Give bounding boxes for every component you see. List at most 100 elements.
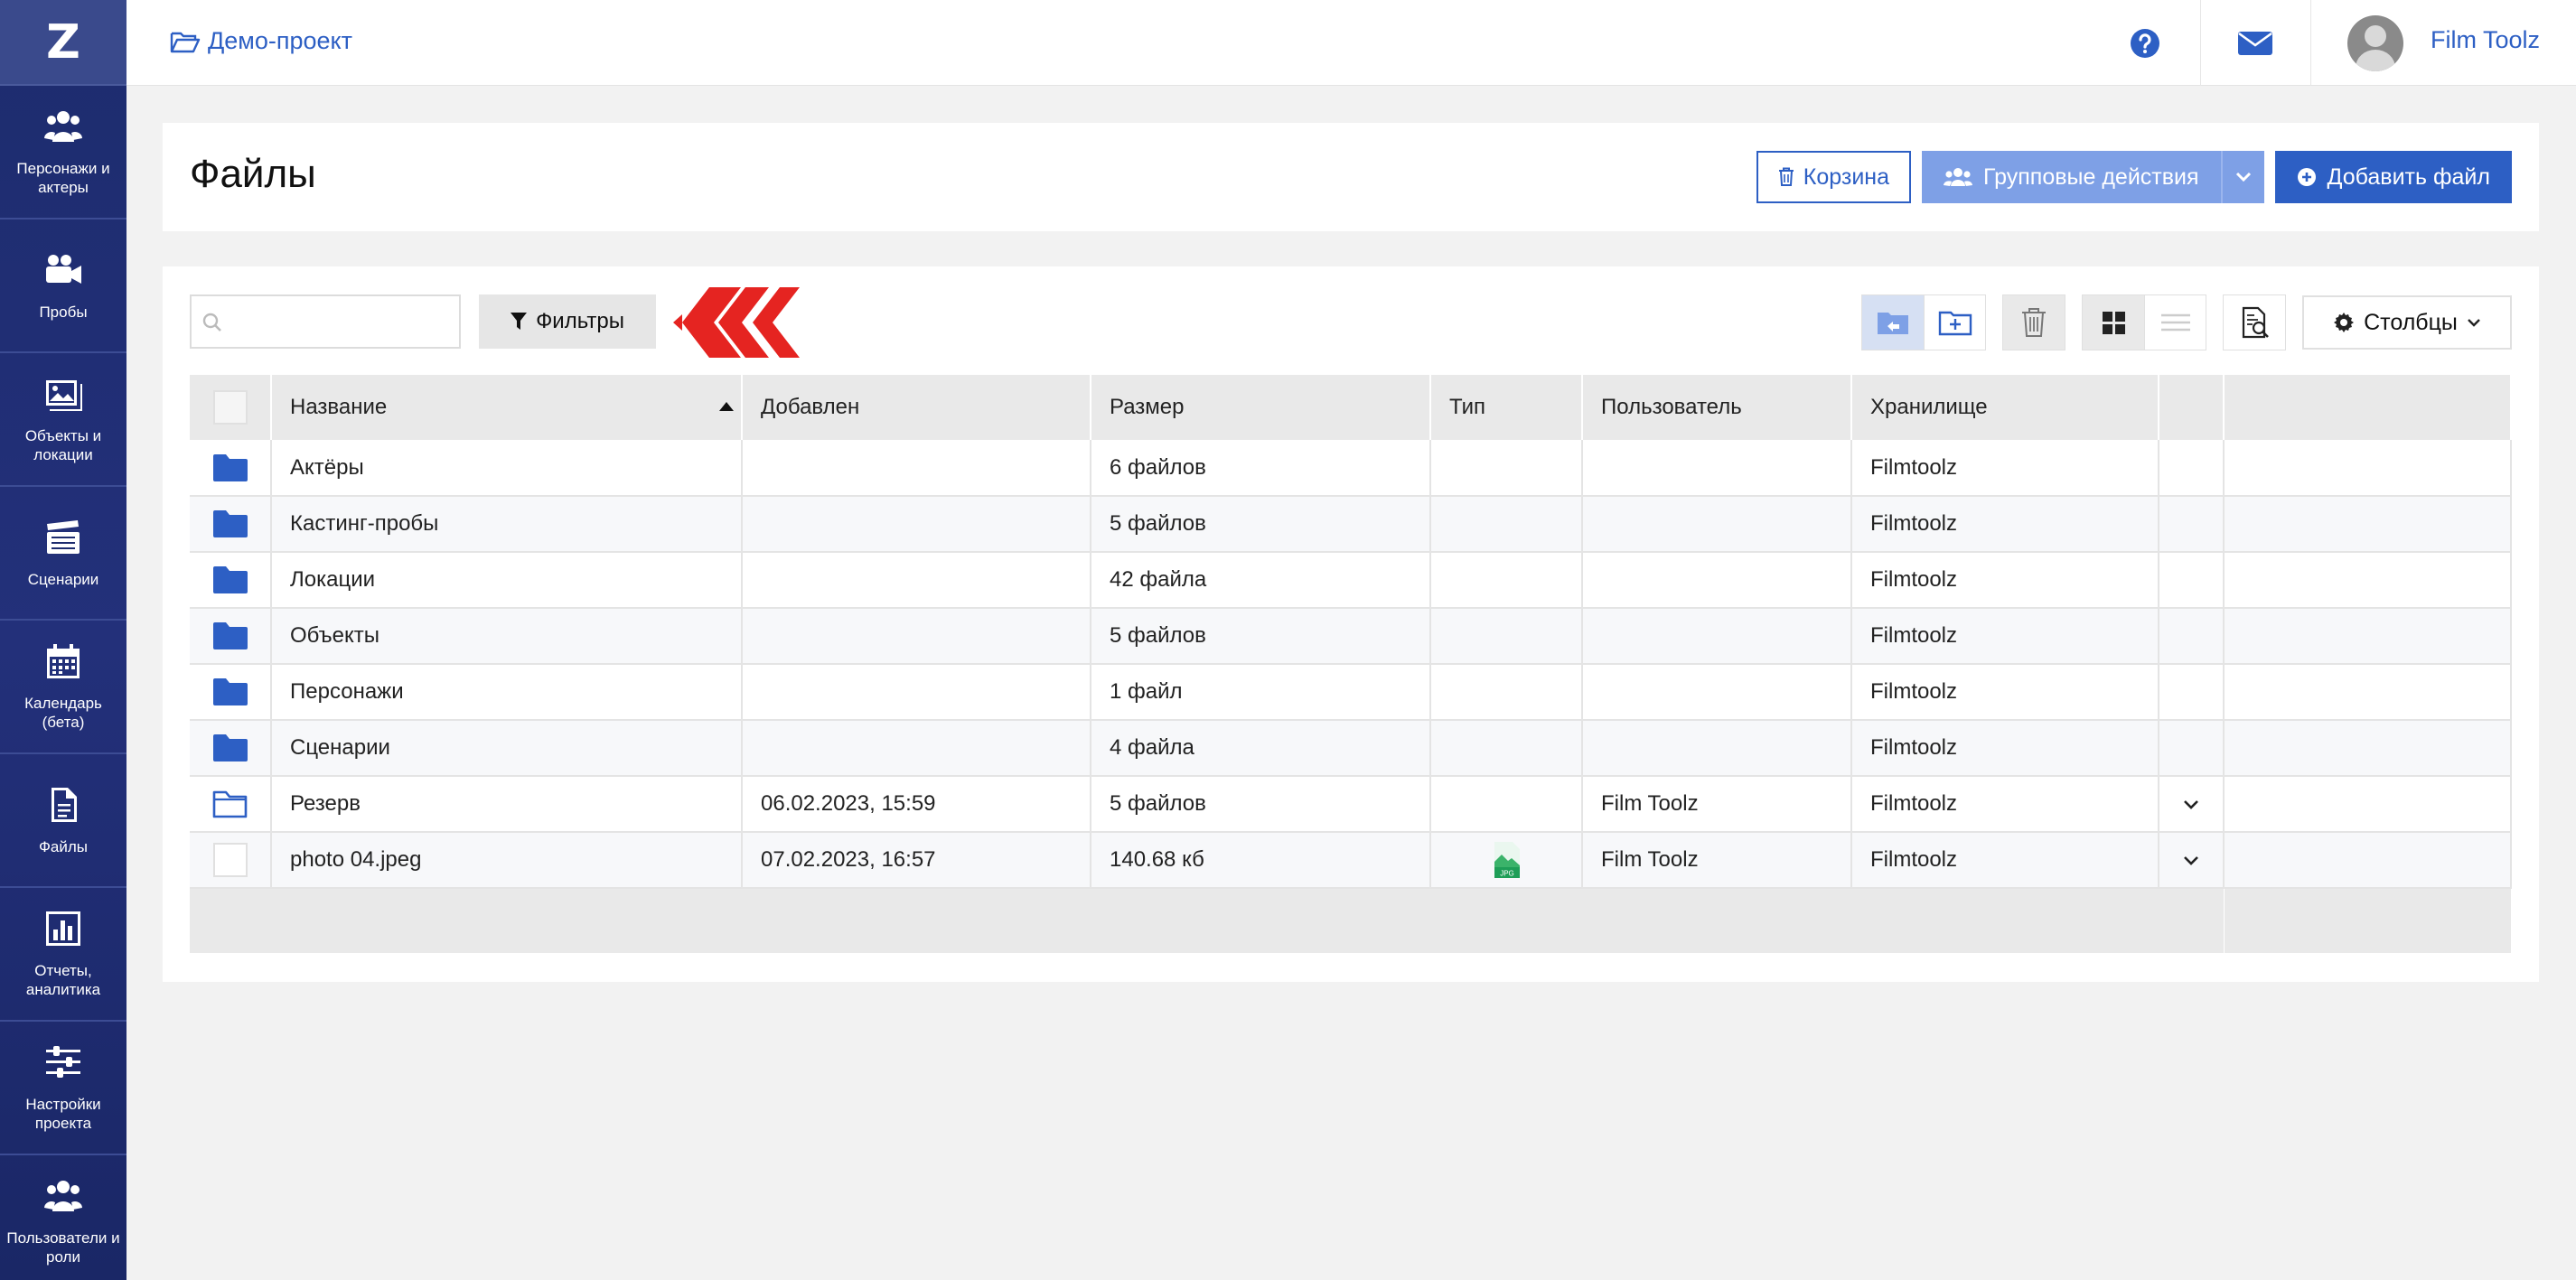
cell-type [1430, 608, 1583, 665]
grid-view-button[interactable] [2083, 295, 2144, 350]
file-size: 140.68 кб [1110, 847, 1204, 872]
table-row[interactable]: Локации 42 файла Filmtoolz [190, 552, 2512, 609]
table-row[interactable]: Кастинг-пробы 5 файлов Filmtoolz [190, 496, 2512, 553]
sidebar-item-1[interactable]: Персонажи и актеры [0, 86, 126, 220]
cell-name[interactable]: Объекты [271, 608, 743, 665]
group-actions-button[interactable]: Групповые действия [1922, 151, 2221, 203]
trash-icon [2022, 308, 2046, 337]
file-size: 5 файлов [1110, 791, 1206, 816]
cell-spacer [2224, 496, 2512, 553]
row-menu-button[interactable] [2182, 847, 2200, 872]
envelope-icon [2238, 31, 2273, 55]
storage-name: Filmtoolz [1870, 567, 1958, 592]
logo-mark: Z [46, 14, 80, 70]
table-row[interactable]: Резерв 06.02.2023, 15:59 5 файлов Film Tool… [190, 776, 2512, 833]
messages-button[interactable] [2199, 0, 2310, 86]
column-header-size[interactable]: Размер [1091, 375, 1431, 440]
row-menu-button[interactable] [2182, 791, 2200, 816]
column-header-name[interactable]: Название [271, 375, 743, 440]
cell-added: 07.02.2023, 16:57 [742, 832, 1091, 889]
user-name: Film Toolz [1601, 847, 1699, 872]
users-icon [1944, 168, 1972, 186]
storage-name: Filmtoolz [1870, 791, 1958, 816]
chart-icon [43, 909, 83, 948]
sidebar-item-label: Объекты и локации [24, 427, 102, 463]
sidebar-item-8[interactable]: Настройки проекта [0, 1022, 126, 1155]
select-all-cell [190, 375, 272, 440]
cell-spacer [2224, 832, 2512, 889]
filters-button[interactable]: Фильтры [479, 294, 656, 349]
table-row[interactable]: photo 04.jpeg 07.02.2023, 16:57 140.68 кб J… [190, 832, 2512, 889]
table-row[interactable]: Актёры 6 файлов Filmtoolz [190, 440, 2512, 497]
cell-spacer [2224, 776, 2512, 833]
columns-label: Столбцы [2364, 309, 2458, 335]
add-file-button[interactable]: Добавить файл [2274, 151, 2512, 203]
columns-button[interactable]: Столбцы [2302, 295, 2512, 350]
grid-icon [2103, 312, 2125, 334]
sidebar-item-6[interactable]: Файлы [0, 754, 126, 888]
back-folder-button[interactable] [1862, 295, 1924, 350]
column-header-label: Название [290, 395, 388, 419]
file-name: Локации [290, 567, 376, 592]
project-link[interactable]: Демо-проект [170, 27, 352, 55]
cell-size: 5 файлов [1091, 608, 1431, 665]
cell-name[interactable]: Резерв [271, 776, 743, 833]
help-button[interactable] [2090, 0, 2200, 86]
group-actions-dropdown[interactable] [2220, 151, 2264, 203]
file-name: Резерв [290, 791, 361, 816]
table-row[interactable]: Персонажи 1 файл Filmtoolz [190, 664, 2512, 721]
sidebar-item-5[interactable]: Календарь (бета) [0, 621, 126, 754]
column-header-label: Размер [1110, 395, 1185, 419]
column-header-label: Пользователь [1601, 395, 1742, 419]
column-header-added[interactable]: Добавлен [742, 375, 1091, 440]
app-logo[interactable]: Z [0, 0, 126, 86]
group-actions-label: Групповые действия [1983, 164, 2199, 190]
cell-added: 06.02.2023, 15:59 [742, 776, 1091, 833]
table-row[interactable]: Объекты 5 файлов Filmtoolz [190, 608, 2512, 665]
cell-name[interactable]: Персонажи [271, 664, 743, 721]
cell-storage: Filmtoolz [1851, 664, 2159, 721]
new-folder-button[interactable] [1924, 295, 1985, 350]
cell-name[interactable]: Сценарии [271, 720, 743, 777]
sidebar-item-3[interactable]: Объекты и локации [0, 353, 126, 487]
sidebar-item-2[interactable]: Пробы [0, 220, 126, 353]
delete-button[interactable] [2003, 295, 2065, 350]
cell-added [742, 608, 1091, 665]
row-icon-cell [190, 496, 272, 553]
folder-cell-icon [212, 678, 248, 705]
sidebar-item-9[interactable]: Пользователи и роли [0, 1155, 126, 1280]
column-header-type[interactable]: Тип [1430, 375, 1583, 440]
cell-name[interactable]: Локации [271, 552, 743, 609]
table-row[interactable]: Сценарии 4 файла Filmtoolz [190, 720, 2512, 777]
cell-spacer [2224, 552, 2512, 609]
file-name: photo 04.jpeg [290, 847, 422, 872]
column-header-storage[interactable]: Хранилище [1851, 375, 2159, 440]
cell-user: Film Toolz [1582, 832, 1852, 889]
sidebar-item-4[interactable]: Сценарии [0, 487, 126, 621]
row-checkbox[interactable] [212, 843, 248, 877]
column-header-label: Хранилище [1870, 395, 1988, 419]
search-input[interactable] [190, 294, 461, 349]
user-menu[interactable]: Film Toolz [2309, 0, 2576, 86]
select-all-checkbox[interactable] [212, 390, 248, 425]
trash-button[interactable]: Корзина [1756, 151, 1911, 203]
file-icon [43, 785, 83, 825]
chevron-down-icon [2468, 319, 2480, 327]
cell-user [1582, 608, 1852, 665]
list-view-button[interactable] [2144, 295, 2206, 350]
page-title: Файлы [190, 152, 316, 196]
storage-name: Filmtoolz [1870, 847, 1958, 872]
folder-cell-icon [212, 453, 248, 481]
column-header-user[interactable]: Пользователь [1582, 375, 1852, 440]
cell-user [1582, 440, 1852, 497]
sidebar-item-label: Пользователи и роли [6, 1229, 120, 1266]
footer-spacer [2224, 888, 2512, 953]
cell-name[interactable]: Актёры [271, 440, 743, 497]
sidebar-item-7[interactable]: Отчеты, аналитика [0, 888, 126, 1022]
cell-actions [2159, 440, 2225, 497]
question-circle-icon [2130, 28, 2159, 58]
cell-name[interactable]: photo 04.jpeg [271, 832, 743, 889]
cell-name[interactable]: Кастинг-пробы [271, 496, 743, 553]
list-icon [2160, 313, 2190, 332]
preview-button[interactable] [2224, 295, 2285, 350]
